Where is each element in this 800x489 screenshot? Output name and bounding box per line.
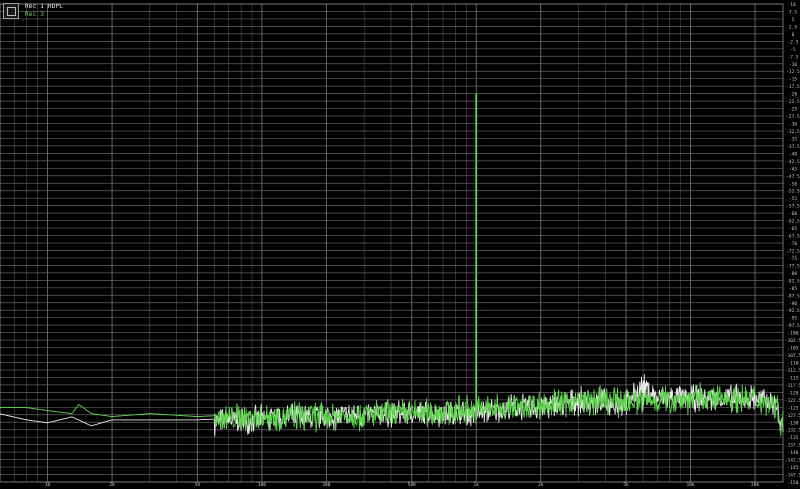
y-tick-label: -87.5 xyxy=(786,293,800,299)
y-tick-label: -2.5 xyxy=(788,39,799,45)
y-tick-label: 10 xyxy=(790,2,796,8)
y-tick-label: -60 xyxy=(789,211,797,217)
y-tick-label: -105 xyxy=(788,346,799,352)
y-tick-label: 5 xyxy=(792,17,795,23)
y-tick-label: -62.5 xyxy=(786,219,800,225)
y-tick-label: -80 xyxy=(789,271,797,277)
y-tick-label: -107.5 xyxy=(785,353,800,359)
y-tick-label: -77.5 xyxy=(786,263,800,269)
y-tick-label: -115 xyxy=(788,375,799,381)
x-tick-label: 20 xyxy=(109,482,115,488)
legend-item-rec3[interactable]: Rec 3 xyxy=(25,11,63,19)
y-tick-label: -67.5 xyxy=(786,234,800,240)
y-tick-label: -75 xyxy=(789,256,797,262)
y-tick-label: -142.5 xyxy=(785,458,800,464)
y-tick-label: -7.5 xyxy=(788,54,799,60)
y-tick-label: -72.5 xyxy=(786,248,800,254)
y-tick-label: -45 xyxy=(789,166,797,172)
y-tick-label: -52.5 xyxy=(786,189,800,195)
y-tick-label: -122.5 xyxy=(785,398,800,404)
y-tick-label: -57.5 xyxy=(786,204,800,210)
y-tick-label: -92.5 xyxy=(786,308,800,314)
y-tick-label: -145 xyxy=(788,465,799,471)
legend: Rec 1 HDPL Rec 3 xyxy=(3,3,63,23)
y-tick-label: -82.5 xyxy=(786,278,800,284)
y-tick-label: -25 xyxy=(789,107,797,113)
y-tick-label: -17.5 xyxy=(786,84,800,90)
y-tick-label: -137.5 xyxy=(785,443,800,449)
y-tick-label: -95 xyxy=(789,316,797,322)
x-tick-label: 2k xyxy=(538,482,544,488)
y-tick-label: -150 xyxy=(788,480,799,486)
y-tick-label: -15 xyxy=(789,77,797,83)
y-tick-label: -12.5 xyxy=(786,69,800,75)
y-tick-label: -85 xyxy=(789,286,797,292)
x-tick-label: 100 xyxy=(258,482,266,488)
y-tick-label: -132.5 xyxy=(785,428,800,434)
y-tick-label: 2.5 xyxy=(789,24,797,30)
x-tick-label: 200 xyxy=(322,482,330,488)
y-tick-label: -37.5 xyxy=(786,144,800,150)
y-tick-label: -5 xyxy=(790,47,796,53)
y-tick-label: -102.5 xyxy=(785,338,800,344)
y-tick-label: -90 xyxy=(789,301,797,307)
y-tick-label: -127.5 xyxy=(785,413,800,419)
y-tick-label: -135 xyxy=(788,435,799,441)
x-tick-label: 10 xyxy=(45,482,51,488)
y-tick-label: -125 xyxy=(788,405,799,411)
y-tick-label: -47.5 xyxy=(786,174,800,180)
y-tick-label: -42.5 xyxy=(786,159,800,165)
y-tick-label: -30 xyxy=(789,122,797,128)
y-tick-label: -120 xyxy=(788,390,799,396)
x-tick-label: 10k xyxy=(686,482,694,488)
y-tick-label: -10 xyxy=(789,62,797,68)
y-tick-label: -112.5 xyxy=(785,368,800,374)
y-tick-label: -27.5 xyxy=(786,114,800,120)
y-tick-label: -20 xyxy=(789,92,797,98)
y-tick-label: -140 xyxy=(788,450,799,456)
y-tick-label: -32.5 xyxy=(786,129,800,135)
y-tick-label: -97.5 xyxy=(786,323,800,329)
y-tick-label: -70 xyxy=(789,241,797,247)
y-tick-label: -110 xyxy=(788,361,799,367)
y-tick-label: -65 xyxy=(789,226,797,232)
y-tick-label: -55 xyxy=(789,196,797,202)
spectrum-plot: 107.552.50-2.5-5-7.5-10-12.5-15-17.5-20-… xyxy=(0,0,800,489)
x-tick-label: 5k xyxy=(623,482,629,488)
y-tick-label: -22.5 xyxy=(786,99,800,105)
y-tick-label: 7.5 xyxy=(789,9,797,15)
y-tick-label: -50 xyxy=(789,181,797,187)
y-tick-label: -35 xyxy=(789,136,797,142)
x-tick-label: 1k xyxy=(474,482,480,488)
y-tick-label: -117.5 xyxy=(785,383,800,389)
y-tick-label: 0 xyxy=(792,32,795,38)
legend-toggle-icon[interactable] xyxy=(3,3,19,19)
x-tick-label: 50 xyxy=(195,482,201,488)
x-tick-label: 500 xyxy=(408,482,416,488)
y-tick-label: -100 xyxy=(788,331,799,337)
x-tick-label: 20k xyxy=(751,482,759,488)
y-tick-label: -130 xyxy=(788,420,799,426)
y-tick-label: -147.5 xyxy=(785,473,800,479)
y-tick-label: -40 xyxy=(789,151,797,157)
legend-item-rec1[interactable]: Rec 1 HDPL xyxy=(25,3,63,11)
legend-list: Rec 1 HDPL Rec 3 xyxy=(25,3,63,19)
